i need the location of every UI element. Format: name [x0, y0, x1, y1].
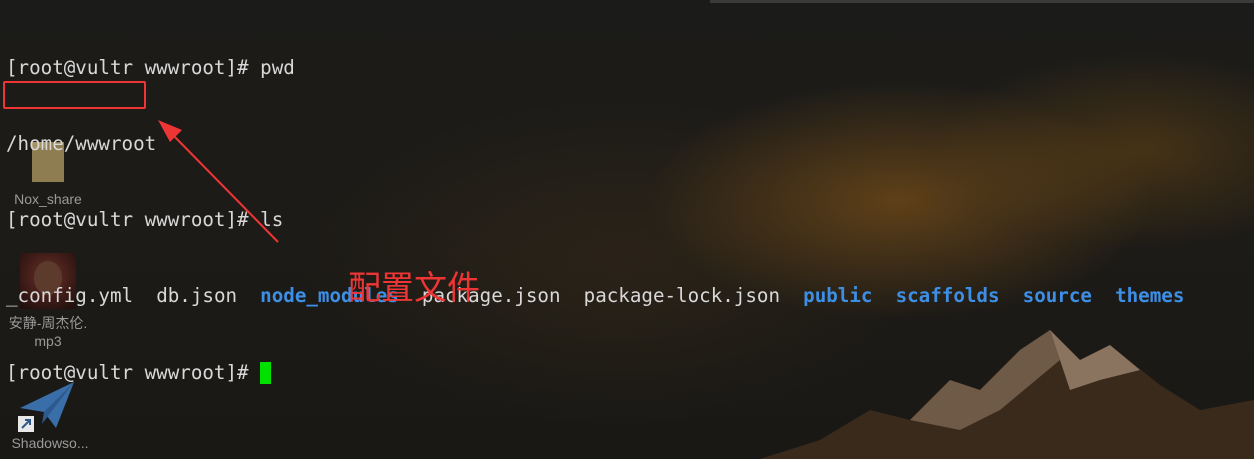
command: ls: [260, 208, 284, 232]
ls-entry-file: db.json: [156, 284, 238, 308]
prompt: [root@vultr wwwroot]#: [6, 55, 261, 79]
highlight-box: [3, 81, 146, 109]
annotation-label: 配置文件: [348, 268, 480, 307]
ls-entry-file: package-lock.json: [583, 284, 781, 308]
ls-output-line: _config.yml db.json node_modules package…: [6, 283, 1184, 308]
command-output: /home/wwwroot: [6, 132, 157, 156]
terminal-line: /home/wwwroot: [6, 131, 1184, 156]
terminal-line: [root@vultr wwwroot]# pwd: [6, 55, 1184, 80]
prompt: [root@vultr wwwroot]#: [6, 360, 261, 384]
ls-entry-file: _config.yml: [6, 284, 134, 308]
window-top-bar: [710, 0, 1254, 3]
desktop-icon-label: Shadowso...: [11, 435, 89, 451]
ls-entry-dir: scaffolds: [895, 284, 1000, 308]
desktop-icon-shadowsocks[interactable]: Shadowso...: [0, 434, 100, 452]
terminal-cursor: [260, 361, 272, 384]
ls-entry-dir: public: [803, 284, 873, 308]
prompt: [root@vultr wwwroot]#: [6, 208, 261, 232]
ls-entry-dir: themes: [1115, 284, 1185, 308]
ls-entry-dir: source: [1022, 284, 1092, 308]
terminal-output[interactable]: [root@vultr wwwroot]# pwd /home/wwwroot …: [6, 4, 1184, 410]
terminal-line: [root@vultr wwwroot]#: [6, 360, 1184, 385]
command: pwd: [260, 55, 295, 79]
terminal-line: [root@vultr wwwroot]# ls: [6, 207, 1184, 232]
